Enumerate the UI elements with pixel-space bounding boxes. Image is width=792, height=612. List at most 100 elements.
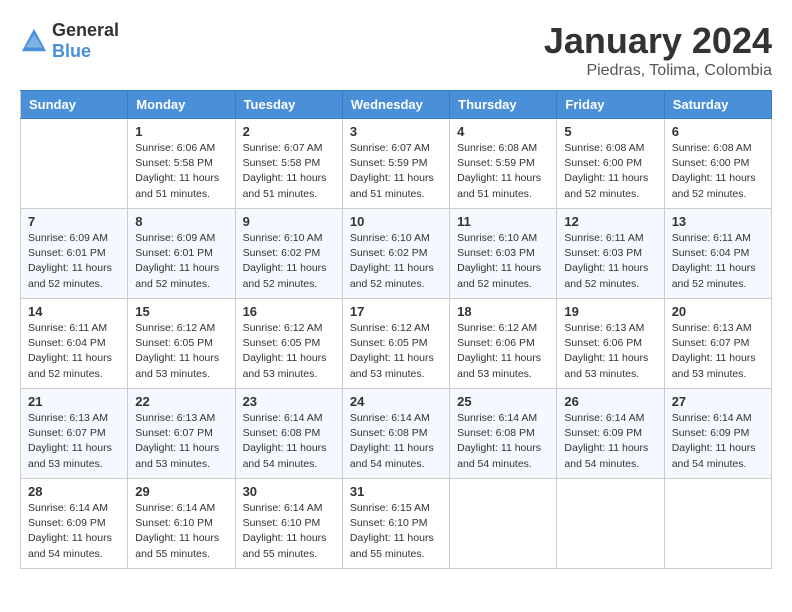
day-number: 5 xyxy=(564,124,656,139)
col-saturday: Saturday xyxy=(664,91,771,119)
calendar-cell: 20 Sunrise: 6:13 AM Sunset: 6:07 PM Dayl… xyxy=(664,299,771,389)
day-detail: Sunrise: 6:07 AM Sunset: 5:58 PM Dayligh… xyxy=(243,141,335,202)
day-number: 7 xyxy=(28,214,120,229)
day-number: 23 xyxy=(243,394,335,409)
calendar-cell: 6 Sunrise: 6:08 AM Sunset: 6:00 PM Dayli… xyxy=(664,119,771,209)
calendar-cell: 2 Sunrise: 6:07 AM Sunset: 5:58 PM Dayli… xyxy=(235,119,342,209)
calendar-cell xyxy=(21,119,128,209)
calendar-cell: 23 Sunrise: 6:14 AM Sunset: 6:08 PM Dayl… xyxy=(235,389,342,479)
day-number: 21 xyxy=(28,394,120,409)
day-detail: Sunrise: 6:13 AM Sunset: 6:07 PM Dayligh… xyxy=(135,411,227,472)
col-friday: Friday xyxy=(557,91,664,119)
day-number: 26 xyxy=(564,394,656,409)
calendar-week-2: 7 Sunrise: 6:09 AM Sunset: 6:01 PM Dayli… xyxy=(21,209,772,299)
calendar-cell: 16 Sunrise: 6:12 AM Sunset: 6:05 PM Dayl… xyxy=(235,299,342,389)
calendar-cell xyxy=(557,479,664,569)
day-number: 14 xyxy=(28,304,120,319)
day-detail: Sunrise: 6:09 AM Sunset: 6:01 PM Dayligh… xyxy=(28,231,120,292)
calendar-cell: 24 Sunrise: 6:14 AM Sunset: 6:08 PM Dayl… xyxy=(342,389,449,479)
day-detail: Sunrise: 6:14 AM Sunset: 6:09 PM Dayligh… xyxy=(564,411,656,472)
calendar-cell: 1 Sunrise: 6:06 AM Sunset: 5:58 PM Dayli… xyxy=(128,119,235,209)
day-detail: Sunrise: 6:12 AM Sunset: 6:05 PM Dayligh… xyxy=(135,321,227,382)
day-detail: Sunrise: 6:08 AM Sunset: 5:59 PM Dayligh… xyxy=(457,141,549,202)
day-detail: Sunrise: 6:13 AM Sunset: 6:07 PM Dayligh… xyxy=(672,321,764,382)
col-sunday: Sunday xyxy=(21,91,128,119)
day-number: 29 xyxy=(135,484,227,499)
day-detail: Sunrise: 6:14 AM Sunset: 6:08 PM Dayligh… xyxy=(457,411,549,472)
calendar-week-5: 28 Sunrise: 6:14 AM Sunset: 6:09 PM Dayl… xyxy=(21,479,772,569)
calendar-cell: 30 Sunrise: 6:14 AM Sunset: 6:10 PM Dayl… xyxy=(235,479,342,569)
calendar-cell: 21 Sunrise: 6:13 AM Sunset: 6:07 PM Dayl… xyxy=(21,389,128,479)
calendar-table: Sunday Monday Tuesday Wednesday Thursday… xyxy=(20,90,772,569)
day-detail: Sunrise: 6:15 AM Sunset: 6:10 PM Dayligh… xyxy=(350,501,442,562)
col-thursday: Thursday xyxy=(450,91,557,119)
calendar-cell: 4 Sunrise: 6:08 AM Sunset: 5:59 PM Dayli… xyxy=(450,119,557,209)
day-number: 8 xyxy=(135,214,227,229)
day-detail: Sunrise: 6:11 AM Sunset: 6:03 PM Dayligh… xyxy=(564,231,656,292)
day-detail: Sunrise: 6:08 AM Sunset: 6:00 PM Dayligh… xyxy=(672,141,764,202)
day-number: 19 xyxy=(564,304,656,319)
day-number: 30 xyxy=(243,484,335,499)
calendar-cell: 19 Sunrise: 6:13 AM Sunset: 6:06 PM Dayl… xyxy=(557,299,664,389)
day-detail: Sunrise: 6:14 AM Sunset: 6:08 PM Dayligh… xyxy=(243,411,335,472)
day-detail: Sunrise: 6:14 AM Sunset: 6:08 PM Dayligh… xyxy=(350,411,442,472)
day-number: 20 xyxy=(672,304,764,319)
day-detail: Sunrise: 6:12 AM Sunset: 6:05 PM Dayligh… xyxy=(243,321,335,382)
calendar-cell: 8 Sunrise: 6:09 AM Sunset: 6:01 PM Dayli… xyxy=(128,209,235,299)
day-detail: Sunrise: 6:10 AM Sunset: 6:02 PM Dayligh… xyxy=(243,231,335,292)
calendar-cell xyxy=(450,479,557,569)
day-detail: Sunrise: 6:14 AM Sunset: 6:10 PM Dayligh… xyxy=(135,501,227,562)
day-number: 10 xyxy=(350,214,442,229)
calendar-cell: 27 Sunrise: 6:14 AM Sunset: 6:09 PM Dayl… xyxy=(664,389,771,479)
page-header: General Blue January 2024 Piedras, Tolim… xyxy=(20,20,772,80)
calendar-cell: 10 Sunrise: 6:10 AM Sunset: 6:02 PM Dayl… xyxy=(342,209,449,299)
calendar-cell: 11 Sunrise: 6:10 AM Sunset: 6:03 PM Dayl… xyxy=(450,209,557,299)
calendar-cell: 22 Sunrise: 6:13 AM Sunset: 6:07 PM Dayl… xyxy=(128,389,235,479)
calendar-cell: 9 Sunrise: 6:10 AM Sunset: 6:02 PM Dayli… xyxy=(235,209,342,299)
day-number: 18 xyxy=(457,304,549,319)
day-number: 28 xyxy=(28,484,120,499)
title-block: January 2024 Piedras, Tolima, Colombia xyxy=(544,20,772,80)
logo-blue-text: Blue xyxy=(52,41,91,61)
calendar-cell: 31 Sunrise: 6:15 AM Sunset: 6:10 PM Dayl… xyxy=(342,479,449,569)
day-detail: Sunrise: 6:14 AM Sunset: 6:10 PM Dayligh… xyxy=(243,501,335,562)
day-detail: Sunrise: 6:10 AM Sunset: 6:02 PM Dayligh… xyxy=(350,231,442,292)
calendar-cell: 29 Sunrise: 6:14 AM Sunset: 6:10 PM Dayl… xyxy=(128,479,235,569)
calendar-week-3: 14 Sunrise: 6:11 AM Sunset: 6:04 PM Dayl… xyxy=(21,299,772,389)
calendar-title: January 2024 xyxy=(544,20,772,62)
day-number: 25 xyxy=(457,394,549,409)
calendar-cell: 25 Sunrise: 6:14 AM Sunset: 6:08 PM Dayl… xyxy=(450,389,557,479)
col-wednesday: Wednesday xyxy=(342,91,449,119)
logo: General Blue xyxy=(20,20,119,62)
day-number: 13 xyxy=(672,214,764,229)
day-detail: Sunrise: 6:09 AM Sunset: 6:01 PM Dayligh… xyxy=(135,231,227,292)
logo-general-text: General xyxy=(52,20,119,40)
day-number: 27 xyxy=(672,394,764,409)
day-number: 11 xyxy=(457,214,549,229)
day-number: 12 xyxy=(564,214,656,229)
calendar-week-1: 1 Sunrise: 6:06 AM Sunset: 5:58 PM Dayli… xyxy=(21,119,772,209)
calendar-cell: 18 Sunrise: 6:12 AM Sunset: 6:06 PM Dayl… xyxy=(450,299,557,389)
day-number: 9 xyxy=(243,214,335,229)
calendar-cell: 26 Sunrise: 6:14 AM Sunset: 6:09 PM Dayl… xyxy=(557,389,664,479)
calendar-cell: 12 Sunrise: 6:11 AM Sunset: 6:03 PM Dayl… xyxy=(557,209,664,299)
calendar-cell: 13 Sunrise: 6:11 AM Sunset: 6:04 PM Dayl… xyxy=(664,209,771,299)
day-number: 4 xyxy=(457,124,549,139)
calendar-cell: 15 Sunrise: 6:12 AM Sunset: 6:05 PM Dayl… xyxy=(128,299,235,389)
day-detail: Sunrise: 6:11 AM Sunset: 6:04 PM Dayligh… xyxy=(672,231,764,292)
day-number: 1 xyxy=(135,124,227,139)
day-detail: Sunrise: 6:06 AM Sunset: 5:58 PM Dayligh… xyxy=(135,141,227,202)
day-detail: Sunrise: 6:08 AM Sunset: 6:00 PM Dayligh… xyxy=(564,141,656,202)
day-number: 2 xyxy=(243,124,335,139)
day-detail: Sunrise: 6:11 AM Sunset: 6:04 PM Dayligh… xyxy=(28,321,120,382)
col-tuesday: Tuesday xyxy=(235,91,342,119)
calendar-week-4: 21 Sunrise: 6:13 AM Sunset: 6:07 PM Dayl… xyxy=(21,389,772,479)
col-monday: Monday xyxy=(128,91,235,119)
calendar-cell: 17 Sunrise: 6:12 AM Sunset: 6:05 PM Dayl… xyxy=(342,299,449,389)
day-number: 3 xyxy=(350,124,442,139)
day-number: 6 xyxy=(672,124,764,139)
day-detail: Sunrise: 6:12 AM Sunset: 6:06 PM Dayligh… xyxy=(457,321,549,382)
day-detail: Sunrise: 6:07 AM Sunset: 5:59 PM Dayligh… xyxy=(350,141,442,202)
day-number: 24 xyxy=(350,394,442,409)
day-detail: Sunrise: 6:12 AM Sunset: 6:05 PM Dayligh… xyxy=(350,321,442,382)
